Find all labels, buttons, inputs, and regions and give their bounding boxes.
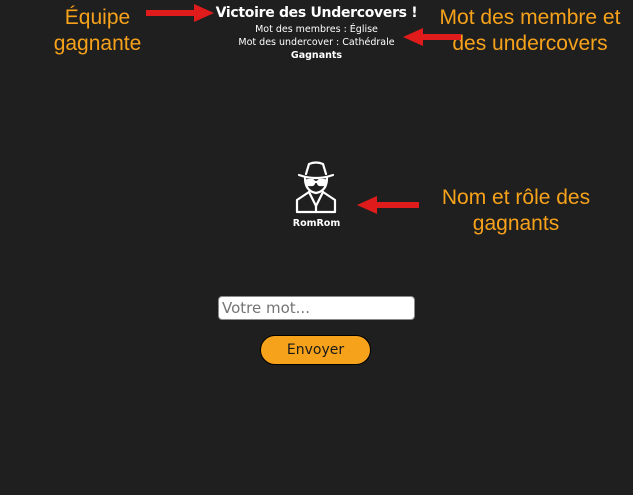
send-button[interactable]: Envoyer xyxy=(260,335,371,365)
red-arrow-icon xyxy=(403,28,461,46)
red-arrow-icon xyxy=(357,196,419,214)
spy-icon xyxy=(295,161,337,214)
word-input[interactable] xyxy=(218,296,415,320)
note-winners: Nom et rôle des gagnants xyxy=(441,186,591,235)
note-winning-team: Équipe gagnante xyxy=(53,6,142,55)
red-arrow-icon xyxy=(146,4,214,22)
